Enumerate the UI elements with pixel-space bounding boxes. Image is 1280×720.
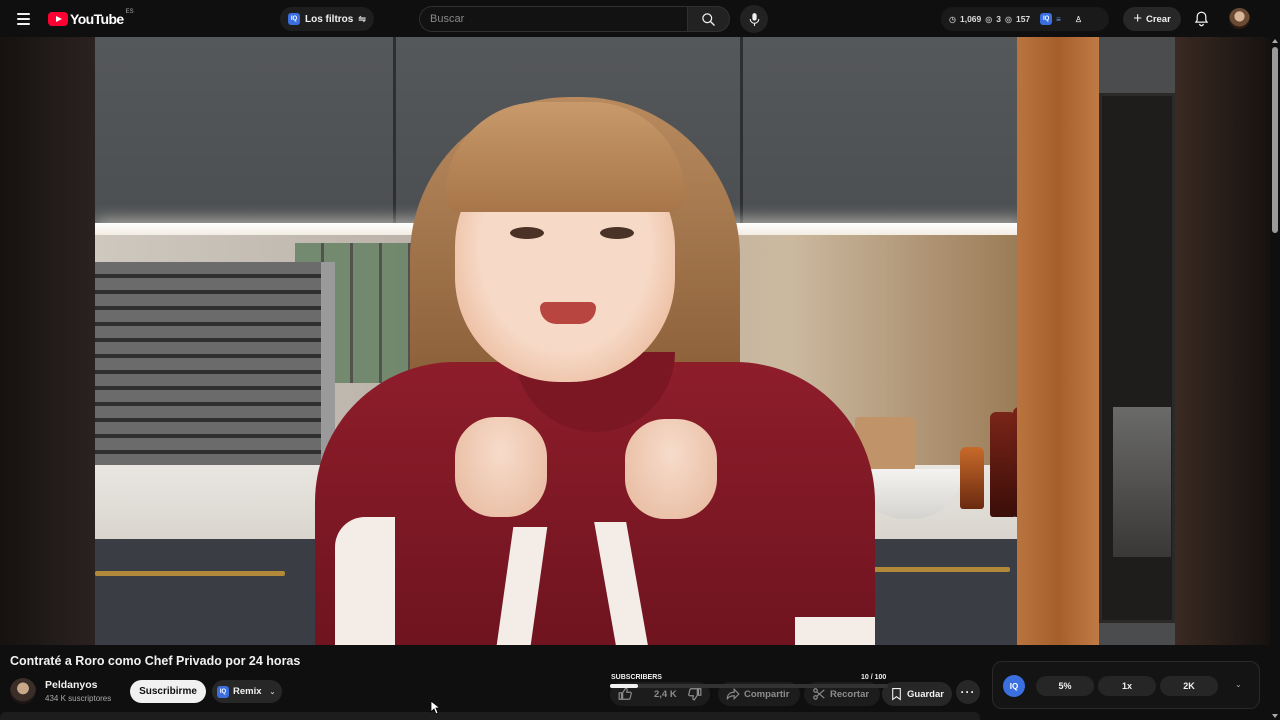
scroll-down-arrow[interactable] [1272,714,1278,718]
iq-icon: IQ [217,685,229,698]
scroll-thumb[interactable] [1272,47,1278,233]
search-box [419,6,687,32]
subscribe-button[interactable]: Suscribirme [130,680,206,703]
search-input[interactable] [420,7,687,31]
more-horizontal-icon: ··· [960,685,976,699]
subscribers-goal-label: SUBSCRIBERS [611,674,662,681]
save-label: Guardar [907,688,944,700]
eye-icon: ◎ [985,14,993,24]
youtube-logo[interactable]: YouTube ES [48,9,134,28]
speed-option[interactable]: 1x [1098,676,1156,696]
youtube-play-icon [48,12,68,26]
notifications-button[interactable] [1189,7,1213,31]
ambient-left [0,37,95,645]
video-frame[interactable] [95,37,1175,645]
search-button[interactable] [687,6,730,32]
stat-value: 1,069 [959,14,982,24]
menu-icon[interactable] [11,6,37,32]
award-icon: ♙ [1074,14,1082,24]
ambient-right [1175,37,1270,645]
save-button[interactable]: Guardar [882,682,952,706]
extension-stats[interactable]: ◷ 1,069 ◎ 3 ◎ 157 IQ ≡ ♙ [941,7,1109,31]
iq-icon[interactable]: IQ [1003,675,1025,697]
filters-button[interactable]: IQ Los filtros ⇋ [280,7,374,31]
chevron-down-icon[interactable]: ⌄ [1235,680,1242,689]
iq-icon: IQ [1040,13,1053,25]
more-actions-button[interactable]: ··· [956,680,980,704]
video-player[interactable] [0,37,1270,645]
mouse-cursor-icon [430,700,440,715]
person [315,97,875,645]
video-title: Contraté a Roro como Chef Privado por 24… [10,654,301,668]
video-info: Contraté a Roro como Chef Privado por 24… [0,645,1270,720]
sliders-icon: ⇋ [358,13,366,24]
clip-label: Recortar [830,688,870,700]
logo-text: YouTube [70,11,124,27]
remix-button[interactable]: IQ Remix ⌄ [212,680,282,703]
cabinet-handle [95,571,285,576]
action-bar: 2,4 K Compartir Recortar Guardar SUBSCRI… [610,673,980,707]
list-icon: ≡ [1056,14,1061,24]
create-button[interactable]: + Crear [1123,7,1181,31]
subscriber-count: 434 K suscriptores [45,694,112,703]
account-avatar[interactable] [1229,8,1250,29]
create-label: Crear [1145,13,1171,25]
eye-icon: ◎ [1004,14,1012,24]
share-icon [726,687,740,701]
subscribers-goal-progress: 10 / 100 [861,674,887,681]
clock-icon: ◷ [949,14,956,24]
thumbs-down-icon [688,688,702,701]
extension-speed-panel: IQ 5% 1x 2K ⌄ [992,661,1260,709]
share-label: Compartir [744,688,790,700]
microphone-icon [749,12,759,26]
bell-icon [1194,11,1208,27]
thumbs-up-icon [618,687,632,700]
bookmark-icon [892,688,901,701]
speed-option[interactable]: 5% [1036,676,1094,696]
subscribers-goal-fill [610,684,638,688]
stat-value: 3 [996,14,1001,24]
plus-icon: + [1133,10,1142,27]
remix-label: Remix [233,686,262,697]
masthead: YouTube ES IQ Los filtros ⇋ ◷ 1,069 ◎ 3 … [0,0,1280,37]
eye [510,227,544,239]
stat-value: 157 [1015,14,1031,24]
channel-avatar[interactable] [10,678,36,704]
description-panel-edge [0,712,980,720]
spice-jar [960,447,984,509]
mouth [540,302,596,324]
iq-icon: IQ [288,13,300,25]
subscribers-goal-bar [610,684,888,688]
chevron-down-icon: ⌄ [269,688,276,696]
oven-window [1113,407,1171,557]
channel-name[interactable]: Peldanyos [45,679,98,691]
speed-option[interactable]: 2K [1160,676,1218,696]
scissors-icon [813,688,825,700]
sweater-stripe [335,517,395,645]
page-scrollbar[interactable] [1270,37,1280,720]
country-code: ES [125,9,134,15]
fist [455,417,547,517]
like-count: 2,4 K [654,688,677,700]
sweater-stripe [795,617,875,645]
voice-search-button[interactable] [740,5,768,33]
wood-panel [1017,37,1099,645]
eye [600,227,634,239]
fist [625,419,717,519]
search-icon [702,12,715,26]
scroll-up-arrow[interactable] [1272,39,1278,43]
filters-label: Los filtros [305,13,354,25]
